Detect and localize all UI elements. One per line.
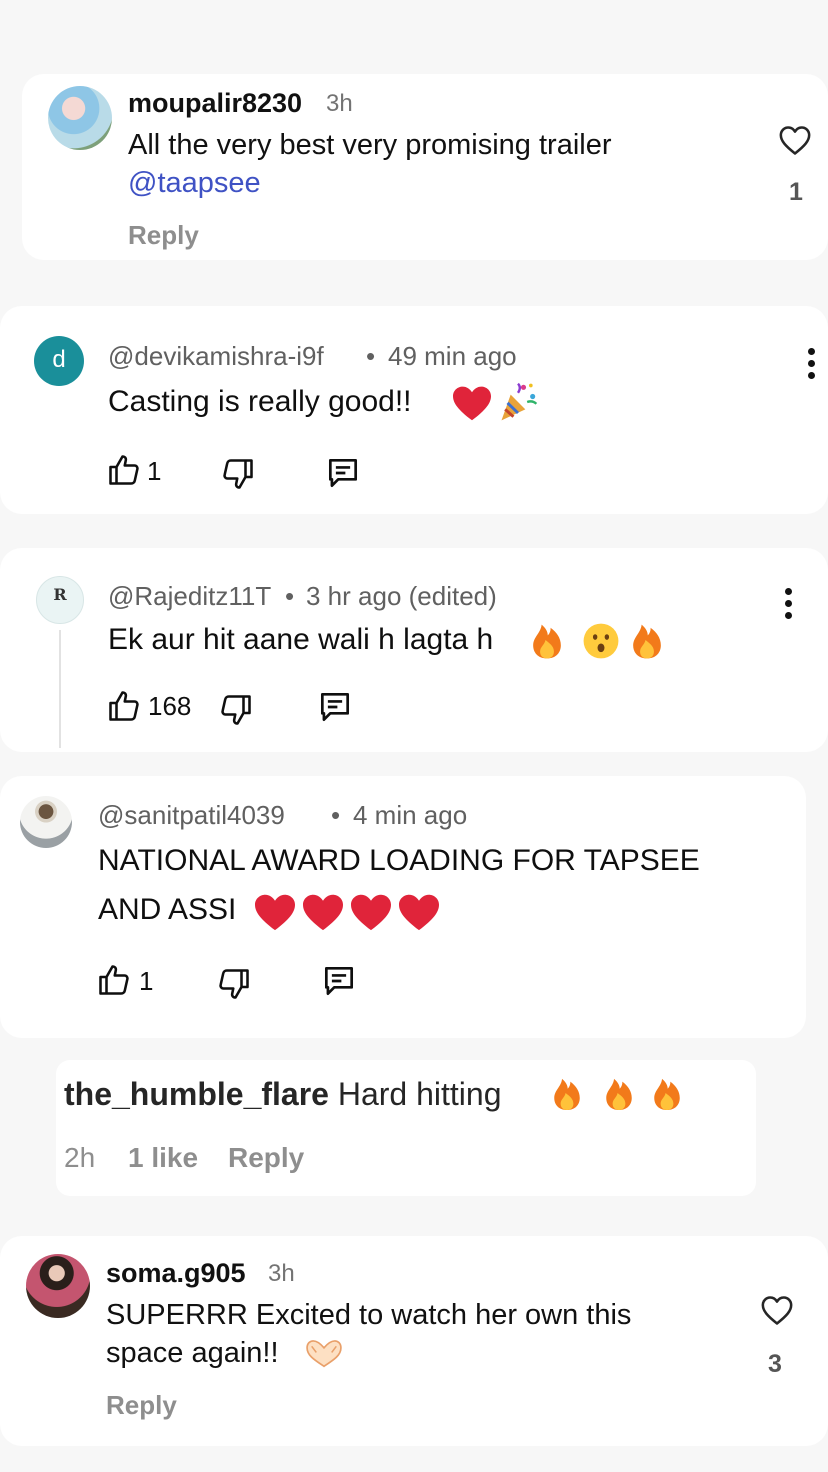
thumbs-down-icon[interactable] <box>220 456 256 492</box>
heart-outline-icon[interactable] <box>760 1294 794 1326</box>
like-count: 3 <box>768 1350 782 1378</box>
comment-handle[interactable]: @devikamishra-i9f <box>108 341 324 372</box>
avatar-logo-text: R <box>53 585 67 604</box>
comment-time: 3h <box>268 1260 295 1287</box>
comment-handle[interactable]: @sanitpatil4039 <box>98 800 285 831</box>
fire-emoji-icon <box>550 1074 584 1112</box>
more-vert-icon[interactable] <box>808 348 815 384</box>
comment-card-humbleflare: the_humble_flare Hard hitting 2h 1 like … <box>56 1060 756 1196</box>
avatar[interactable]: d <box>34 336 84 386</box>
comment-card-moupalir: moupalir8230 3h All the very best very p… <box>22 74 828 260</box>
avatar[interactable] <box>26 1254 90 1318</box>
reply-button[interactable]: Reply <box>228 1142 304 1174</box>
reply-comment-icon[interactable] <box>324 454 362 492</box>
meta-separator: • <box>366 341 376 371</box>
comment-time: 49 min ago <box>388 341 517 371</box>
thumbs-down-icon[interactable] <box>218 692 254 728</box>
fire-emoji-icon <box>628 620 666 660</box>
heart-emoji-icon <box>252 892 298 932</box>
thumbs-up-icon[interactable] <box>106 452 142 488</box>
comment-card-somag905: soma.g905 3h SUPERRR Excited to watch he… <box>0 1236 828 1446</box>
avatar[interactable] <box>20 796 72 848</box>
thumbs-up-icon[interactable] <box>106 688 142 724</box>
heart-emoji-icon <box>348 892 394 932</box>
fire-emoji-icon <box>602 1074 636 1112</box>
comment-text: Ek aur hit aane wali h lagta h <box>108 623 494 656</box>
reply-comment-icon[interactable] <box>320 962 358 1000</box>
comment-line: the_humble_flare Hard hitting <box>64 1074 502 1114</box>
heart-emoji-icon <box>450 384 494 422</box>
avatar[interactable] <box>48 86 112 150</box>
comment-time: 3h <box>326 90 353 117</box>
comment-text-line2: AND ASSI <box>98 893 237 926</box>
like-count: 1 <box>139 966 154 996</box>
comment-username[interactable]: the_humble_flare <box>64 1076 329 1112</box>
meta-separator: • <box>285 581 295 611</box>
like-count: 1 <box>147 456 162 486</box>
comment-time: 2h <box>64 1142 96 1173</box>
comment-text-line1: NATIONAL AWARD LOADING FOR TAPSEE <box>98 844 700 877</box>
party-popper-icon <box>496 380 540 424</box>
surprised-face-emoji-icon <box>582 622 620 660</box>
heart-hands-emoji-icon <box>304 1338 344 1370</box>
like-count: 1 <box>789 178 803 206</box>
fire-emoji-icon <box>650 1074 684 1112</box>
comment-username[interactable]: moupalir8230 <box>128 88 302 119</box>
comment-card-rajeditz: R @Rajeditz11T • 3 hr ago (edited) Ek au… <box>0 548 828 752</box>
comment-text-line2: space again!! <box>106 1337 279 1369</box>
comment-time: 4 min ago <box>353 800 468 830</box>
heart-emoji-icon <box>396 892 442 932</box>
comment-time: 3 hr ago (edited) <box>306 581 497 611</box>
comment-card-sanitpatil: @sanitpatil4039 • 4 min ago NATIONAL AWA… <box>0 776 806 1038</box>
heart-emoji-icon <box>300 892 346 932</box>
fire-emoji-icon <box>528 620 566 660</box>
comment-card-devikamishra: d @devikamishra-i9f • 49 min ago Casting… <box>0 306 828 514</box>
heart-outline-icon[interactable] <box>778 124 812 156</box>
comment-mention-link[interactable]: @taapsee <box>128 164 261 203</box>
more-vert-icon[interactable] <box>785 588 792 624</box>
like-count: 168 <box>148 691 192 721</box>
thread-line <box>59 630 61 748</box>
reply-button[interactable]: Reply <box>106 1390 177 1421</box>
comment-text: All the very best very promising trailer <box>128 129 612 161</box>
comment-handle[interactable]: @Rajeditz11T <box>108 581 271 612</box>
thumbs-down-icon[interactable] <box>216 966 252 1002</box>
comment-username[interactable]: soma.g905 <box>106 1258 246 1289</box>
reply-button[interactable]: Reply <box>128 220 199 251</box>
comment-text-line1: SUPERRR Excited to watch her own this <box>106 1299 632 1331</box>
reply-comment-icon[interactable] <box>316 688 354 726</box>
likes-count[interactable]: 1 like <box>128 1142 198 1174</box>
thumbs-up-icon[interactable] <box>96 962 132 998</box>
avatar[interactable]: R <box>36 576 84 624</box>
comment-text: Hard hitting <box>337 1076 502 1112</box>
meta-separator: • <box>331 800 341 830</box>
comment-text: Casting is really good!! <box>108 385 412 418</box>
